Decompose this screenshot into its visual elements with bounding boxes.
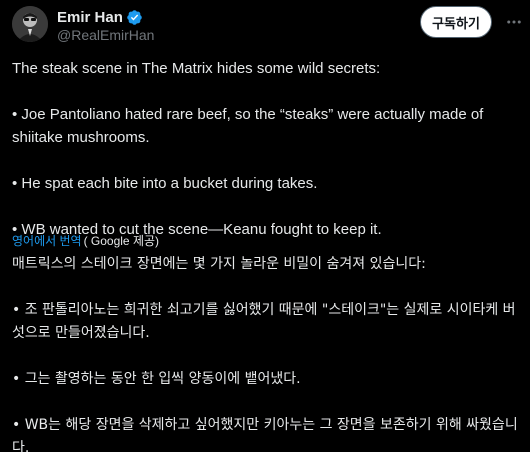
subscribe-button[interactable]: 구독하기: [420, 6, 492, 38]
translated-text: 매트릭스의 스테이크 장면에는 몇 가지 놀라운 비밀이 숨겨져 있습니다: •…: [12, 253, 522, 452]
translated-from-link[interactable]: 영어에서 번역: [12, 233, 82, 249]
translated-text-bullet-2: • 그는 촬영하는 동안 한 입씩 양동이에 뱉어냈다.: [12, 371, 301, 387]
verified-badge-icon[interactable]: [126, 9, 143, 26]
translation-attribution: 영어에서 번역 ( Google 제공): [12, 233, 159, 249]
post: Emir Han @RealEmirHan 구독하기 The steak sce…: [0, 0, 530, 452]
more-options-icon[interactable]: [503, 11, 525, 33]
translation-provider: ( Google 제공): [83, 234, 160, 248]
post-text-bullet-1: • Joe Pantoliano hated rare beef, so the…: [12, 106, 488, 146]
post-text-intro: The steak scene in The Matrix hides some…: [12, 60, 381, 77]
avatar-photo: [12, 6, 48, 42]
translated-text-bullet-3: • WB는 해당 장면을 삭제하고 싶어했지만 키아누는 그 장면을 보존하기 …: [12, 417, 518, 452]
author-display-name[interactable]: Emir Han: [57, 9, 123, 26]
author-name-row: Emir Han: [57, 7, 143, 27]
translated-text-intro: 매트릭스의 스테이크 장면에는 몇 가지 놀라운 비밀이 숨겨져 있습니다:: [12, 256, 426, 272]
avatar[interactable]: [12, 6, 48, 42]
translated-text-bullet-1: • 조 판톨리아노는 희귀한 쇠고기를 싫어했기 때문에 "스테이크"는 실제로…: [12, 302, 516, 341]
author-handle[interactable]: @RealEmirHan: [57, 27, 154, 43]
post-text-bullet-2: • He spat each bite into a bucket during…: [12, 175, 318, 192]
post-text: The steak scene in The Matrix hides some…: [12, 57, 522, 241]
